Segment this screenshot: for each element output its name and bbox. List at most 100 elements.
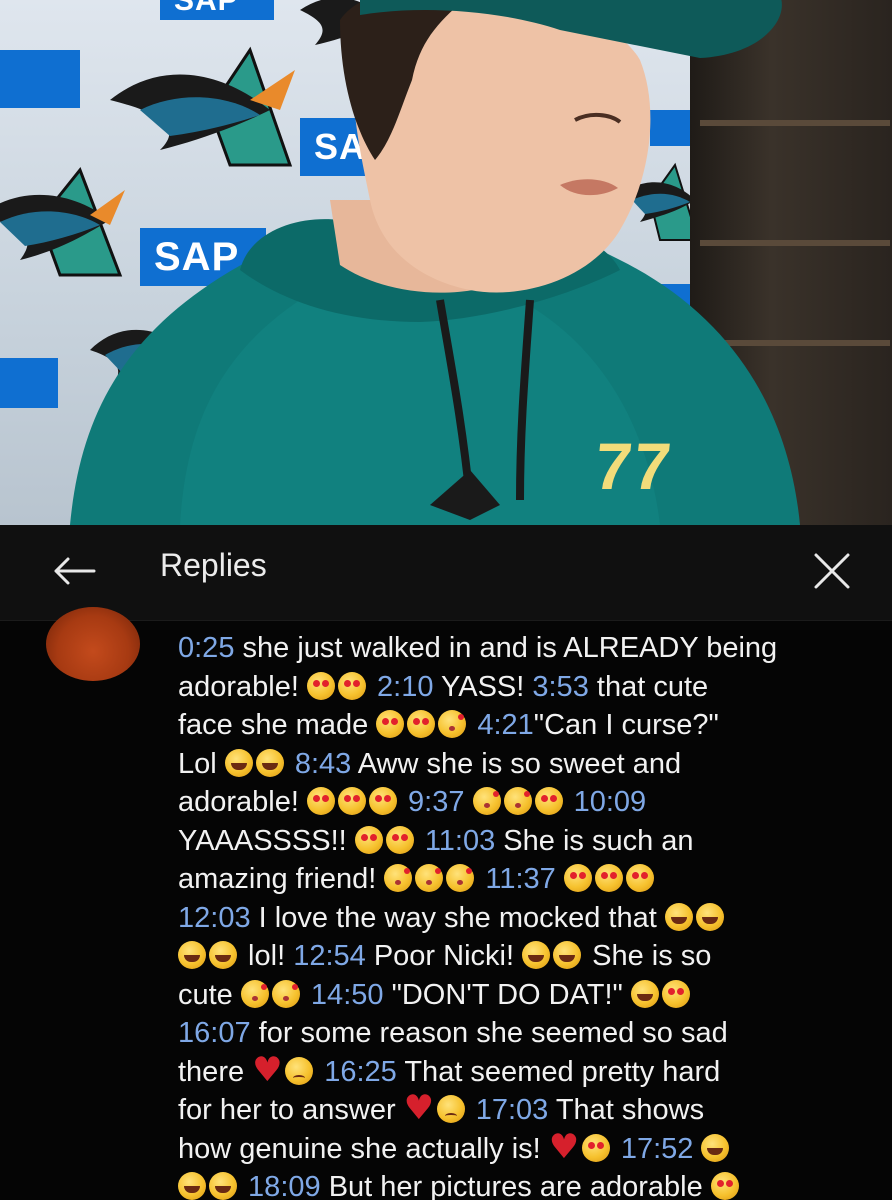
comment-text: face she made: [178, 709, 377, 741]
broken-heart-icon: [549, 1128, 579, 1167]
kissing-emoji-icon: [438, 710, 467, 738]
avatar[interactable]: [46, 607, 140, 681]
comment-text: for some reason she seemed so sad: [250, 1017, 728, 1049]
comment-text: "DON'T DO DAT!": [383, 978, 631, 1011]
timestamp-link[interactable]: 16:07: [178, 1017, 251, 1049]
comment-line: adorable! 2:10 YASS! 3:53 that cute: [178, 668, 868, 707]
replies-panel: Replies 0:25 she just walked in and is A…: [0, 525, 892, 1200]
heart-eyes-emoji-icon: [581, 1133, 610, 1162]
back-button[interactable]: [48, 545, 100, 597]
sad-face-emoji-icon: [436, 1095, 465, 1123]
broken-heart-icon: [404, 1089, 434, 1128]
tears-of-joy-emoji-icon: [178, 1172, 206, 1200]
comment-text: she just walked in and is ALREADY being: [234, 632, 778, 664]
heart-eyes-emoji-icon: [338, 787, 366, 815]
replies-header: Replies: [0, 525, 892, 621]
comment-text: cute: [178, 978, 241, 1011]
comment-line: for her to answer 17:03 That shows: [178, 1089, 868, 1130]
comment-text: That seemed pretty hard: [396, 1055, 721, 1088]
header-title: Replies: [160, 547, 267, 583]
comment-text: YAAASSSS!!: [178, 824, 355, 857]
comment-line: 18:09 But her pictures are adorable: [178, 1168, 868, 1200]
tears-of-joy-emoji-icon: [209, 941, 237, 969]
broken-heart-icon: [252, 1051, 282, 1090]
comment-text: lol!: [240, 940, 294, 972]
comment-line: face she made 4:21"Can I curse?": [178, 706, 868, 745]
comment-text: She is such an: [495, 824, 694, 857]
timestamp-link[interactable]: 4:21: [469, 709, 533, 741]
comment-line: 16:07 for some reason she seemed so sad: [178, 1014, 868, 1053]
tears-of-joy-emoji-icon: [664, 902, 693, 931]
heart-eyes-emoji-icon: [661, 979, 690, 1008]
timestamp-link[interactable]: 14:50: [303, 979, 384, 1011]
kissing-emoji-icon: [503, 787, 532, 815]
tears-of-joy-emoji-icon: [255, 748, 284, 777]
comment-text: how genuine she actually is!: [178, 1132, 549, 1165]
comment-line: amazing friend! 11:37: [178, 860, 868, 899]
heart-eyes-emoji-icon: [376, 710, 405, 738]
timestamp-link[interactable]: 10:09: [566, 786, 647, 818]
tears-of-joy-emoji-icon: [695, 902, 724, 931]
arrow-left-icon: [54, 557, 96, 585]
jersey-number: 77: [591, 429, 677, 503]
timestamp-link[interactable]: 11:03: [417, 825, 495, 857]
timestamp-link[interactable]: 12:54: [293, 940, 366, 972]
comment-line: lol! 12:54 Poor Nicki! She is so: [178, 937, 868, 976]
timestamp-link[interactable]: 0:25: [178, 632, 234, 664]
timestamp-link[interactable]: 17:03: [468, 1094, 549, 1126]
timestamp-link[interactable]: 18:09: [240, 1171, 321, 1200]
heart-eyes-emoji-icon: [563, 864, 592, 892]
comment-text: that cute: [588, 670, 709, 703]
close-button[interactable]: [804, 543, 860, 599]
comment-line: Lol 8:43 Aww she is so sweet and: [178, 745, 868, 784]
comment-text: amazing friend!: [178, 863, 385, 895]
tears-of-joy-emoji-icon: [522, 941, 551, 969]
timestamp-link[interactable]: 11:37: [477, 863, 564, 895]
timestamp-link[interactable]: 12:03: [178, 902, 251, 934]
heart-eyes-emoji-icon: [594, 864, 623, 892]
heart-eyes-emoji-icon: [369, 787, 397, 815]
kissing-emoji-icon: [415, 864, 444, 892]
tears-of-joy-emoji-icon: [178, 941, 206, 969]
heart-eyes-emoji-icon: [354, 825, 383, 854]
comment-text: "Can I curse?": [533, 709, 719, 741]
close-icon: [814, 553, 850, 589]
timestamp-link[interactable]: 8:43: [287, 748, 351, 780]
comment-text: Lol: [178, 747, 225, 780]
comment-text: adorable!: [178, 670, 307, 703]
heart-eyes-emoji-icon: [534, 787, 563, 815]
timestamp-link[interactable]: 2:10: [369, 671, 433, 703]
comment-line: how genuine she actually is! 17:52: [178, 1128, 868, 1169]
comment-text: I love the way she mocked that: [250, 901, 665, 934]
video-thumbnail: SAP SAP SAP SAP: [0, 0, 892, 525]
heart-eyes-emoji-icon: [338, 671, 366, 700]
timestamp-link[interactable]: 9:37: [400, 786, 473, 818]
kissing-emoji-icon: [384, 864, 413, 892]
reply-comment-text: 0:25 she just walked in and is ALREADY b…: [178, 629, 868, 1200]
comment-line: cute 14:50 "DON'T DO DAT!": [178, 976, 868, 1015]
comment-line: YAAASSSS!! 11:03 She is such an: [178, 822, 868, 861]
comment-text: Aww she is so sweet and: [351, 747, 682, 780]
tears-of-joy-emoji-icon: [553, 941, 582, 969]
heart-eyes-emoji-icon: [307, 787, 335, 815]
tears-of-joy-emoji-icon: [224, 748, 253, 777]
comment-text: adorable!: [178, 786, 307, 818]
comment-text: there: [178, 1055, 253, 1088]
kissing-emoji-icon: [446, 864, 475, 892]
tears-of-joy-emoji-icon: [701, 1133, 730, 1162]
comment-text: But her pictures are adorable: [320, 1171, 711, 1200]
timestamp-link[interactable]: 3:53: [532, 671, 588, 703]
kissing-emoji-icon: [472, 787, 501, 815]
sad-face-emoji-icon: [285, 1056, 314, 1085]
comment-line: there 16:25 That seemed pretty hard: [178, 1051, 868, 1092]
comment-text: for her to answer: [178, 1094, 404, 1126]
comment-text: She is so: [584, 940, 712, 972]
comment-text: Poor Nicki!: [365, 940, 523, 972]
comment-line: 12:03 I love the way she mocked that: [178, 899, 868, 938]
timestamp-link[interactable]: 17:52: [613, 1133, 702, 1165]
timestamp-link[interactable]: 16:25: [316, 1056, 397, 1088]
heart-eyes-emoji-icon: [307, 671, 335, 700]
heart-eyes-emoji-icon: [625, 864, 654, 892]
tears-of-joy-emoji-icon: [209, 1172, 237, 1200]
player-figure: [70, 0, 800, 525]
